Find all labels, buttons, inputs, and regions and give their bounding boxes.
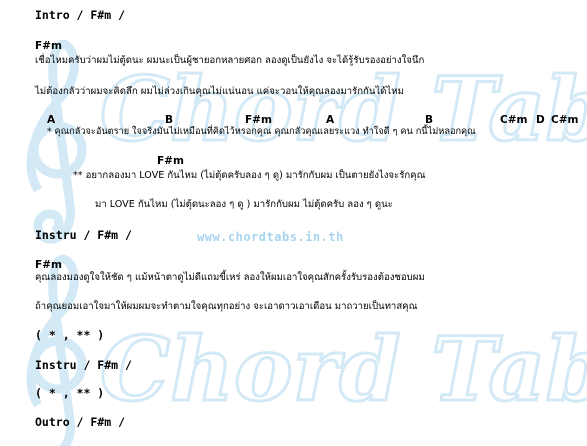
section-header-outro: Outro / F#m / [35, 415, 126, 429]
chord-b-1: B [165, 114, 174, 126]
chord-a-1: A [47, 114, 56, 126]
chord-fsm: F#m [245, 114, 272, 126]
chordtabs-watermark: Chord Tabs Chord Tabs [26, 39, 587, 446]
section-header-instru-2: Instru / F#m / [35, 358, 132, 372]
lyric-line-verse2-2: ถ้าคุณยอมเอาใจมาให้ผมผมจะทำตามใจคุณทุกอย… [35, 301, 418, 312]
section-header-intro: Intro / F#m / [35, 8, 126, 22]
lyric-line-hook-2: มา LOVE กันไหม (ไม่ตุ้ดนะลอง ๆ ดู ) มารั… [95, 199, 393, 210]
watermark-url: www.chordtabs.in.th [197, 230, 344, 244]
chord-csm-1: C#m [500, 114, 528, 126]
chord-b-2: B [425, 114, 434, 126]
chord-verse: F#m [35, 40, 62, 52]
lyric-line-hook-1: ** อยากลองมา LOVE กันไหม (ไม่ตุ้ดครับลอง… [73, 170, 426, 181]
repeat-marker-2: ( * , ** ) [35, 386, 105, 400]
repeat-marker-1: ( * , ** ) [35, 328, 105, 342]
chord-a-2: A [326, 114, 335, 126]
lyric-line-verse-1: เชื่อไหมครับว่าผมไม่ตู้ดนะ ผมนะเป็นผู้ชา… [35, 55, 425, 66]
chord-verse-2: F#m [35, 259, 62, 271]
treble-clef-icon-top [26, 39, 87, 244]
lyric-line-verse-2: ไม่ต้องกลัวว่าผมจะคิดลึก ผมไม่ล่วงเกินคุ… [35, 86, 404, 97]
chord-d: D [536, 114, 545, 126]
chord-hook: F#m [157, 155, 184, 167]
section-header-instru-1: Instru / F#m / [35, 228, 132, 242]
watermark-line-2: Chord Tabs [100, 317, 587, 421]
lyric-line-verse2-1: คุณลองมองดูใจให้ชัด ๆ แม้หน้าตาดูไม่ดีแถ… [35, 272, 425, 283]
chord-csm-2: C#m [551, 114, 579, 126]
watermark-line-1: Chord Tabs [100, 57, 587, 161]
lyric-line-prechorus: * คุณกลัวจะอันตราย ใจจริงมันไม่เหมือนที่… [47, 126, 476, 137]
